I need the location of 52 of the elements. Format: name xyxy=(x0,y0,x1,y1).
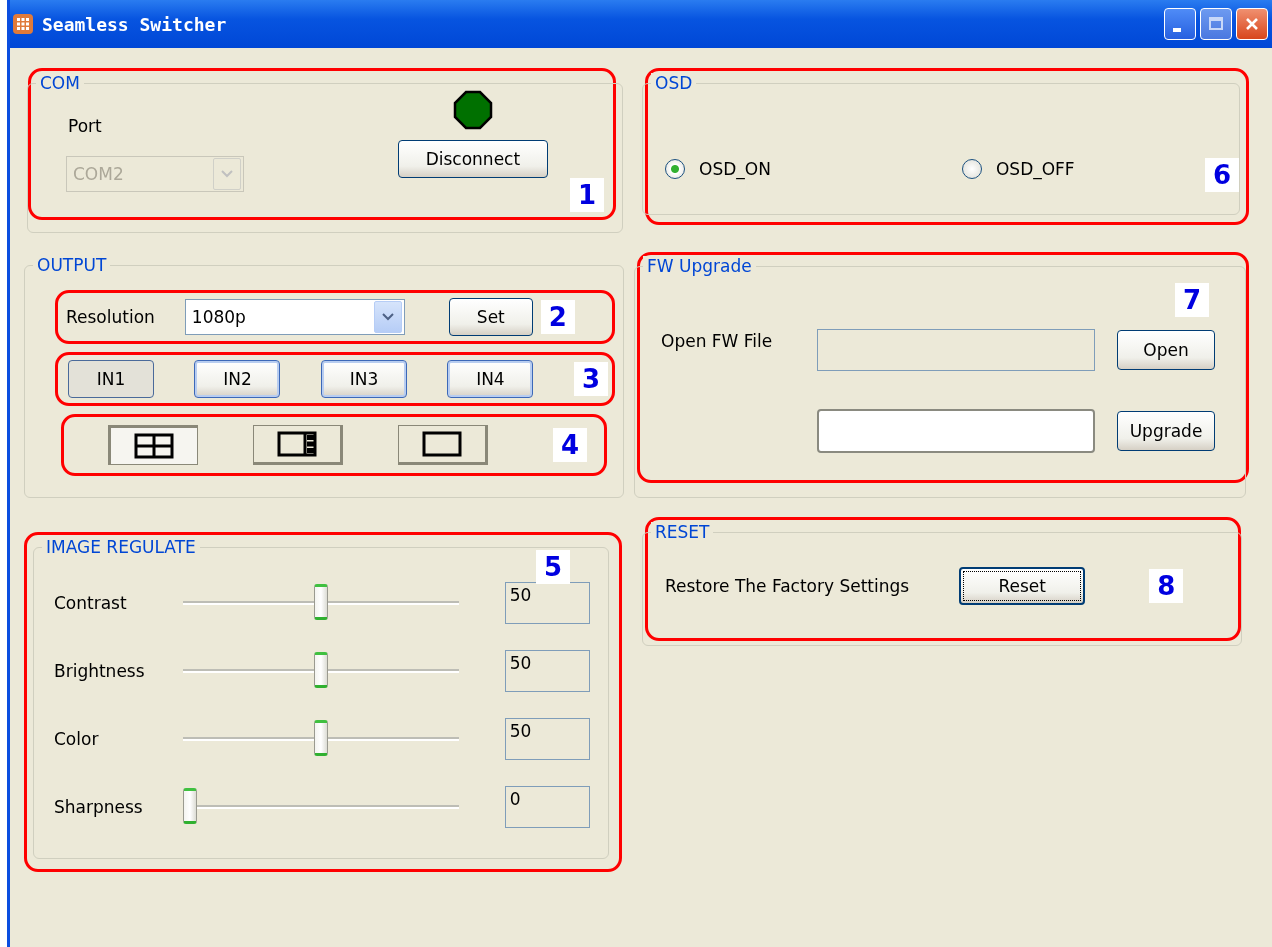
callout-number: 3 xyxy=(573,362,608,396)
layout-button[interactable] xyxy=(398,425,488,465)
slider-label: Contrast xyxy=(54,593,128,613)
set-button[interactable]: Set xyxy=(448,298,533,336)
value-field: 50 xyxy=(504,718,590,760)
single-screen-icon xyxy=(422,431,462,457)
slider-label: Color xyxy=(54,729,100,749)
callout-number: 2 xyxy=(540,300,575,334)
callout-number: 7 xyxy=(1174,283,1209,317)
value-field: 50 xyxy=(504,582,590,624)
grid-layout-icon xyxy=(134,433,174,459)
group-title: FW Upgrade xyxy=(643,256,756,276)
disconnect-button[interactable]: Disconnect xyxy=(397,140,548,178)
maximize-icon xyxy=(1208,16,1224,32)
slider-label: Sharpness xyxy=(54,797,144,817)
maximize-button[interactable] xyxy=(1200,8,1232,40)
resolution-dropdown[interactable]: 1080p xyxy=(184,299,405,335)
close-icon xyxy=(1244,16,1260,32)
upgrade-button[interactable]: Upgrade xyxy=(1117,411,1215,451)
slider-thumb[interactable] xyxy=(182,788,197,824)
window-title: Seamless Switcher xyxy=(42,13,228,35)
value-field: 50 xyxy=(504,650,590,692)
callout-number: 5 xyxy=(535,550,570,584)
reset-description: Restore The Factory Settings xyxy=(665,576,910,596)
slider-label: Brightness xyxy=(54,661,146,681)
field-label: Resolution xyxy=(66,307,155,327)
input-button[interactable]: IN2 xyxy=(194,360,281,398)
field-label: Open FW File xyxy=(661,330,774,351)
slider-thumb[interactable] xyxy=(313,720,328,756)
input-button[interactable]: IN3 xyxy=(320,360,407,398)
input-button[interactable]: IN1 xyxy=(68,360,154,398)
minimize-icon xyxy=(1173,28,1181,32)
chevron-down-icon xyxy=(381,313,394,321)
chevron-down-icon xyxy=(221,170,233,178)
reset-button[interactable]: Reset xyxy=(959,567,1086,605)
callout-number: 4 xyxy=(553,428,588,462)
close-button[interactable] xyxy=(1236,8,1268,40)
layout-button[interactable] xyxy=(108,425,198,465)
value-field: 0 xyxy=(504,786,590,828)
open-button[interactable]: Open xyxy=(1117,330,1215,370)
callout-number: 8 xyxy=(1149,569,1184,603)
field-label: Port xyxy=(67,116,103,136)
side-panel-layout-icon xyxy=(277,431,317,457)
input-button[interactable]: IN4 xyxy=(447,360,534,398)
app-icon xyxy=(12,13,34,35)
slider-thumb[interactable] xyxy=(313,584,328,620)
radio-option[interactable]: OSD_ON xyxy=(665,159,962,179)
layout-button[interactable] xyxy=(253,425,343,465)
minimize-button[interactable] xyxy=(1164,8,1196,40)
callout-number: 6 xyxy=(1204,158,1239,192)
callout-number: 1 xyxy=(569,178,604,212)
slider-thumb[interactable] xyxy=(313,652,328,688)
